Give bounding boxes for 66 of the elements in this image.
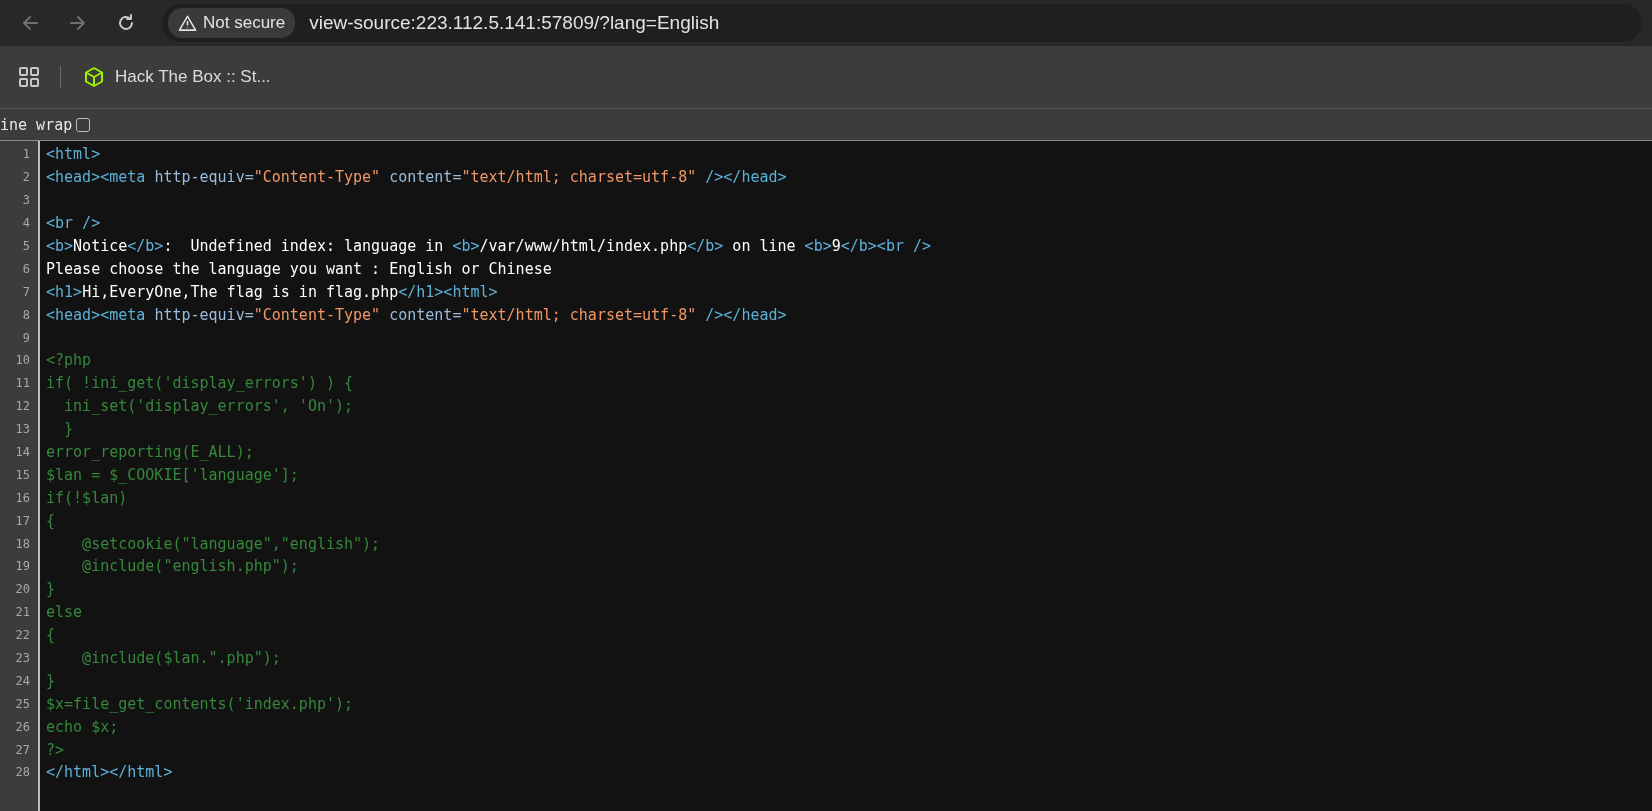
line-number: 16 [14, 490, 31, 505]
line-number: 18 [14, 536, 31, 551]
code-line: <?php [46, 351, 92, 370]
line-number: 9 [21, 330, 31, 345]
line-number: 23 [14, 651, 31, 666]
code-line: } [63, 420, 74, 439]
code-line: ini_set('display_errors', 'On'); [63, 397, 354, 416]
address-bar[interactable]: Not secure view-source:223.112.5.141:57809/?lang=English [162, 4, 1642, 42]
code-line: $lan = $_COOKIE['language']; [46, 465, 299, 484]
code-line: <b>Notice</b>: Undefined index: language in <b>/var/www/html/index.php</b> on line <b>9</b><br /> [46, 237, 932, 255]
line-number: 19 [14, 559, 31, 574]
code-line: <h1>Hi,EveryOne,The flag is in flag.php</h1><html> [46, 282, 498, 301]
code-line: else [46, 603, 83, 622]
security-chip[interactable]: Not secure [168, 8, 296, 38]
line-number: 24 [14, 673, 31, 688]
code-line: } [46, 671, 56, 690]
forward-arrow-icon [68, 13, 88, 33]
code-line: ?> [46, 740, 65, 759]
apps-grid-icon[interactable] [18, 66, 40, 88]
line-number: 10 [14, 353, 31, 368]
code-line: $x=file_get_contents('index.php'); [46, 694, 354, 713]
line-number: 7 [21, 284, 31, 299]
line-number: 8 [21, 307, 31, 322]
line-number: 3 [21, 193, 31, 208]
code-line: <head><meta http-equiv="Content-Type" content="text/html; charset=utf-8" /></head> [46, 305, 787, 324]
line-number: 17 [14, 513, 31, 528]
code-line: @include($lan.".php"); [81, 649, 281, 668]
line-number: 15 [14, 467, 31, 482]
line-number: 26 [14, 719, 31, 734]
code-line: if(!$lan) [46, 488, 128, 507]
line-number: 12 [14, 399, 31, 414]
back-arrow-icon [20, 13, 40, 33]
line-number: 27 [14, 742, 31, 757]
line-number: 22 [14, 628, 31, 643]
reload-icon [116, 13, 136, 33]
line-number: 13 [14, 422, 31, 437]
line-number: 11 [14, 376, 31, 391]
code-line: Please choose the language you want : English or Chinese [46, 259, 552, 278]
code-line: @setcookie("language","english"); [81, 534, 381, 553]
url-text: view-source:223.112.5.141:57809/?lang=English [309, 12, 720, 34]
line-number: 14 [14, 445, 31, 459]
line-wrap-toggle[interactable]: ine wrap [0, 115, 91, 134]
code-line: <br /> [46, 214, 101, 233]
code-line: </html></html> [46, 763, 173, 782]
code-line: @include("english.php"); [81, 557, 299, 576]
line-number: 5 [21, 239, 31, 253]
code-line: { [46, 511, 56, 530]
line-number: 4 [21, 216, 31, 231]
line-number: 1 [21, 147, 31, 162]
code-line: { [46, 626, 56, 645]
line-number: 25 [14, 696, 31, 711]
line-number: 6 [21, 261, 31, 276]
code-line: <head><meta http-equiv="Content-Type" content="text/html; charset=utf-8" /></head> [46, 168, 787, 187]
warning-icon [178, 14, 197, 32]
code-line: if( !ini_get('display_errors') ) { [46, 374, 354, 393]
code-line: <html> [46, 145, 101, 164]
line-number: 28 [14, 765, 31, 780]
code-line: error_reporting(E_ALL); [46, 443, 254, 461]
checkbox[interactable] [76, 117, 91, 132]
bookmark[interactable]: Hack The Box :: St... [77, 62, 277, 92]
code-line: echo $x; [46, 717, 119, 736]
cube-icon [83, 66, 105, 88]
line-number: 2 [21, 170, 31, 185]
line-number: 20 [14, 582, 31, 597]
line-number: 21 [14, 605, 31, 620]
code-line: } [46, 580, 56, 599]
